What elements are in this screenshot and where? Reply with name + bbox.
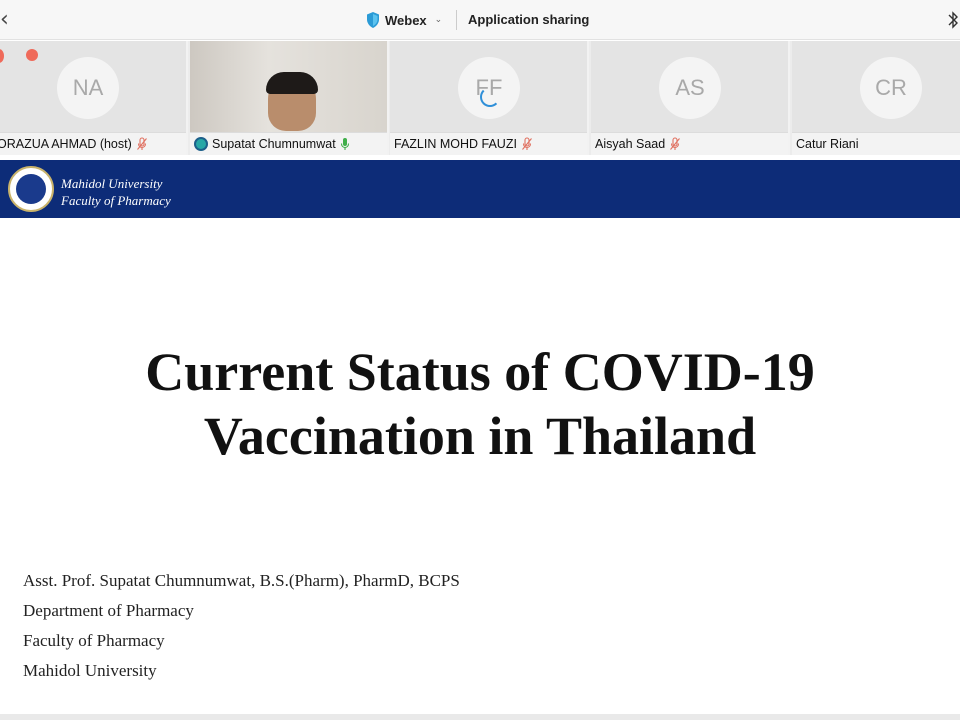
participant-tile[interactable]: AS Aisyah Saad — [591, 41, 790, 155]
bluetooth-icon — [948, 11, 958, 29]
back-chevron-icon[interactable]: ‹ — [0, 6, 18, 34]
top-bar: ‹ Webex ⌄ Application sharing — [0, 0, 960, 40]
participant-tile-video[interactable]: Supatat Chumnumwat — [190, 41, 389, 155]
record-dot-icon — [26, 49, 38, 61]
university-seal-logo — [8, 166, 54, 212]
mic-muted-icon — [522, 137, 532, 150]
participant-name: Supatat Chumnumwat — [212, 137, 336, 151]
participant-name: Catur Riani — [796, 137, 859, 151]
participant-tile[interactable]: FF FAZLIN MOHD FAUZI — [390, 41, 589, 155]
mic-muted-icon — [670, 137, 681, 150]
participant-name-bar: Supatat Chumnumwat — [190, 132, 387, 155]
participant-name: Aisyah Saad — [595, 137, 666, 151]
university-name: Mahidol University — [61, 176, 163, 191]
participant-name: NORAZUA AHMAD (host) — [0, 137, 132, 151]
slide-title-line: Vaccination in Thailand — [203, 406, 757, 466]
slide-header: Mahidol University Faculty of Pharmacy — [0, 160, 960, 218]
presenter-department: Department of Pharmacy — [23, 601, 194, 620]
participant-name-bar: FAZLIN MOHD FAUZI — [390, 132, 587, 155]
slide-title: Current Status of COVID-19 Vaccination i… — [0, 340, 960, 468]
mic-muted-icon — [136, 137, 147, 150]
recording-indicator — [0, 49, 4, 63]
participant-video — [190, 41, 387, 132]
shared-slide: Mahidol University Faculty of Pharmacy C… — [0, 160, 960, 714]
divider — [456, 10, 457, 30]
sharing-status-label: Application sharing — [468, 12, 590, 27]
participant-tile[interactable]: CR Catur Riani — [792, 41, 960, 155]
bottom-bar — [0, 714, 960, 720]
avatar: CR — [860, 57, 922, 119]
mic-active-icon — [340, 138, 349, 150]
app-switcher[interactable]: Webex ⌄ — [366, 10, 442, 30]
participant-name: FAZLIN MOHD FAUZI — [394, 137, 517, 151]
participant-name-bar: Catur Riani — [792, 132, 960, 155]
participant-name-bar: NORAZUA AHMAD (host) — [0, 132, 186, 155]
slide-title-line: Current Status of COVID-19 — [145, 342, 815, 402]
webex-shield-icon — [367, 12, 379, 28]
presenter-faculty: Faculty of Pharmacy — [23, 631, 165, 650]
presenter-name: Asst. Prof. Supatat Chumnumwat, B.S.(Pha… — [23, 571, 460, 590]
participant-strip: NA NORAZUA AHMAD (host) Supatat Chumnumw… — [0, 41, 960, 155]
chevron-down-icon: ⌄ — [434, 15, 443, 25]
participant-name-bar: Aisyah Saad — [591, 132, 788, 155]
app-name: Webex — [385, 12, 427, 28]
avatar: AS — [659, 57, 721, 119]
presenter-university: Mahidol University — [23, 661, 157, 680]
slide-header-text: Mahidol University Faculty of Pharmacy — [61, 175, 171, 209]
self-view-icon — [194, 137, 208, 151]
avatar: NA — [57, 57, 119, 119]
faculty-name: Faculty of Pharmacy — [61, 193, 171, 208]
loading-spinner-icon — [480, 87, 500, 107]
presenter-info: Asst. Prof. Supatat Chumnumwat, B.S.(Pha… — [23, 566, 460, 686]
participant-tile[interactable]: NA NORAZUA AHMAD (host) — [0, 41, 188, 155]
